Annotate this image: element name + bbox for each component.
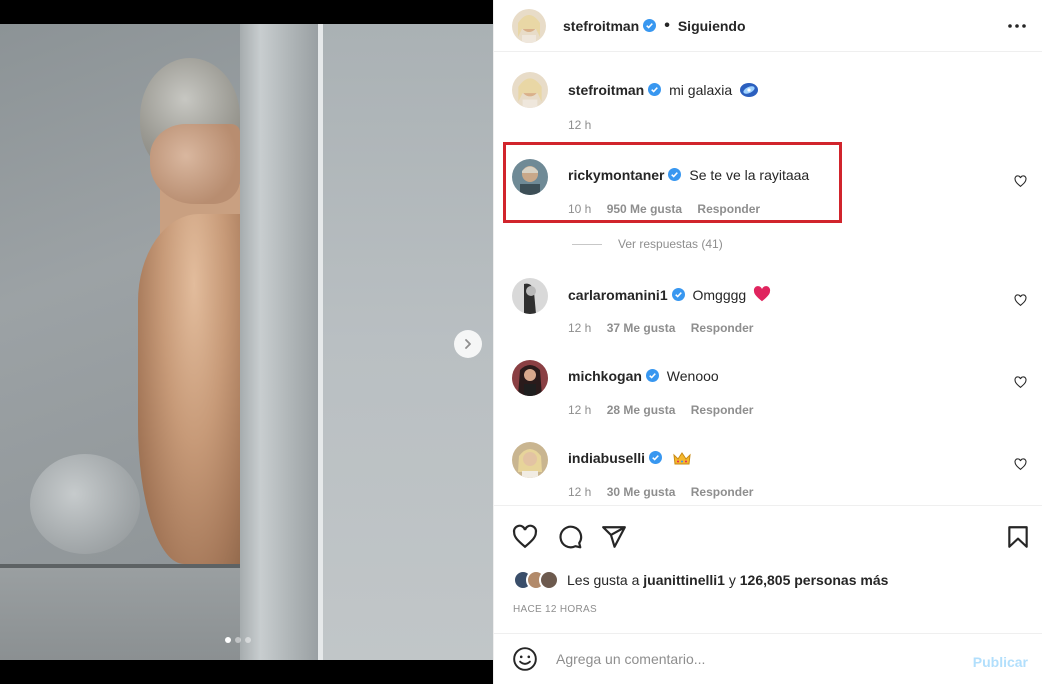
comment-text: Wenooo [666,368,719,384]
likes-first-user[interactable]: juanittinelli1 [643,572,725,588]
post-header: stefroitman • Siguiendo [494,0,1042,52]
comment-composer: Publicar [493,633,1042,684]
comment-username[interactable]: carlaromanini1 [568,287,668,303]
share-icon[interactable] [601,524,627,550]
commenter-avatar[interactable] [512,360,548,396]
commenter-avatar[interactable] [512,278,548,314]
verified-badge-icon [648,83,662,96]
likes-prefix: Les gusta a [567,572,640,588]
chevron-right-icon [465,339,471,349]
verified-badge-icon [649,451,663,464]
heart-icon[interactable] [1014,294,1027,307]
post-time: HACE 12 HORAS [513,604,597,615]
likes-text: Les gusta a juanittinelli1 y 126,805 per… [567,572,888,588]
photo-face [150,124,240,204]
comment-time: 12 h [568,321,592,335]
likes-connector: y [728,572,736,588]
comment-input[interactable] [556,651,936,667]
bookmark-icon[interactable] [1005,524,1031,550]
photo-frame-edge [318,24,323,660]
reply-button[interactable]: Responder [691,321,754,335]
likes-count[interactable]: 126,805 personas más [740,572,889,588]
header-separator: • [664,16,670,34]
view-replies-label: Ver respuestas (41) [618,237,723,251]
photo-frame-bar [240,24,322,660]
liker-avatar [539,570,559,590]
author-avatar[interactable] [512,8,546,43]
publish-button[interactable]: Publicar [973,654,1028,670]
comment-username[interactable]: michkogan [568,368,642,384]
comment-icon[interactable] [557,524,583,550]
following-button[interactable]: Siguiendo [678,18,746,34]
post-photo [0,24,493,660]
author-username[interactable]: stefroitman [563,18,639,34]
carousel-dot [235,637,241,643]
author-avatar[interactable] [512,72,548,108]
more-options-icon[interactable] [1007,16,1027,36]
photo-basin [30,454,140,554]
comment-time: 12 h [568,403,592,417]
carousel-dots [225,637,251,643]
replies-rule [572,243,602,245]
caption-text: mi galaxia [669,82,733,98]
commenter-avatar[interactable] [512,442,548,478]
caption-time: 12 h [568,118,592,132]
reply-button[interactable]: Responder [691,403,754,417]
carousel-dot [245,637,251,643]
post-actions: Les gusta a juanittinelli1 y 126,805 per… [493,505,1042,633]
post-media [0,0,493,684]
emoji-icon[interactable] [512,646,538,672]
carousel-dot [225,637,231,643]
verified-badge-icon [671,288,685,301]
comment-highlight-box [503,142,842,223]
carousel-next-button[interactable] [454,330,482,358]
photo-pane-bottom [0,568,240,660]
photo-torso [138,214,240,564]
view-replies-link[interactable]: Ver respuestas (41) [572,237,723,251]
likes-summary[interactable]: Les gusta a juanittinelli1 y 126,805 per… [513,570,888,590]
caption-username[interactable]: stefroitman [568,82,644,98]
comment-time: 12 h [568,485,592,499]
comment-likes[interactable]: 30 Me gusta [607,485,676,499]
comment-likes[interactable]: 28 Me gusta [607,403,676,417]
crown-emoji-icon [673,452,691,465]
reply-button[interactable]: Responder [691,485,754,499]
comment-likes[interactable]: 37 Me gusta [607,321,676,335]
comment-text: Omgggg [692,287,747,303]
comment-username[interactable]: indiabuselli [568,450,645,466]
heart-icon[interactable] [1014,175,1027,188]
galaxy-emoji-icon [740,83,759,97]
heart-icon[interactable] [1014,458,1027,471]
heart-icon[interactable] [512,524,538,550]
heart-icon[interactable] [1014,376,1027,389]
verified-badge-icon [643,19,657,32]
red-heart-emoji-icon [753,286,771,302]
verified-badge-icon [645,369,659,382]
